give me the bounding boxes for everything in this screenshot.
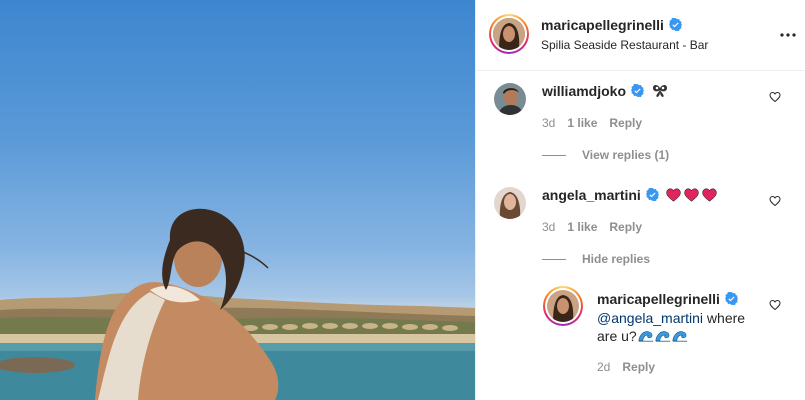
avatar <box>547 290 579 322</box>
like-heart-icon[interactable] <box>769 91 781 103</box>
author-username-text[interactable]: maricapellegrinelli <box>541 17 664 33</box>
verified-badge-icon <box>724 292 738 305</box>
like-heart-icon[interactable] <box>769 299 781 311</box>
avatar[interactable] <box>494 83 526 115</box>
butterfly-icon <box>652 85 667 97</box>
reply-username-text[interactable]: maricapellegrinelli <box>597 291 720 307</box>
hide-replies-toggle[interactable]: Hide replies <box>542 252 650 266</box>
comment-likes[interactable]: 1 like <box>567 220 597 234</box>
reply-text-part: are u? <box>597 328 637 344</box>
heart-emoji <box>702 188 717 202</box>
replies-toggle-label[interactable]: Hide replies <box>582 252 650 266</box>
heart-emoji <box>684 188 699 202</box>
beach-scene-image <box>0 208 475 400</box>
reply-age[interactable]: 2d <box>597 360 610 374</box>
comment-meta: 3d 1 like Reply <box>542 220 654 234</box>
comment-age[interactable]: 3d <box>542 116 555 130</box>
verified-badge-icon <box>668 18 682 31</box>
comment-age[interactable]: 3d <box>542 220 555 234</box>
author-username[interactable]: maricapellegrinelli <box>541 17 682 33</box>
avatar <box>493 18 525 50</box>
divider <box>542 155 566 157</box>
comment-username[interactable]: williamdjoko <box>542 83 668 99</box>
reply-text: @angela_martini where are u? <box>597 309 757 345</box>
reply-button[interactable]: Reply <box>609 220 642 234</box>
comment-username[interactable]: angela_martini <box>542 187 717 203</box>
like-heart-icon[interactable] <box>769 195 781 207</box>
divider <box>542 259 566 261</box>
author-avatar-ring[interactable] <box>489 14 529 54</box>
post-header: maricapellegrinelli Spilia Seaside Resta… <box>476 0 805 71</box>
reply-meta: 2d Reply <box>597 360 667 374</box>
verified-badge-icon <box>645 188 659 201</box>
comment-meta: 3d 1 like Reply <box>542 116 654 130</box>
wave-emoji <box>655 331 670 342</box>
verified-badge-icon <box>631 84 645 97</box>
more-options-icon[interactable] <box>778 25 798 45</box>
comment-likes[interactable]: 1 like <box>567 116 597 130</box>
reply-text-part: where <box>703 310 746 326</box>
heart-emoji <box>666 188 681 202</box>
avatar[interactable] <box>494 187 526 219</box>
comment-username-text[interactable]: angela_martini <box>542 187 641 203</box>
wave-emoji <box>672 331 687 342</box>
reply-button[interactable]: Reply <box>609 116 642 130</box>
reply-avatar-ring[interactable] <box>543 286 583 326</box>
reply-username[interactable]: maricapellegrinelli <box>597 291 738 307</box>
location-link[interactable]: Spilia Seaside Restaurant - Bar <box>541 38 708 52</box>
post-photo[interactable] <box>0 0 475 400</box>
comments-panel: maricapellegrinelli Spilia Seaside Resta… <box>475 0 805 400</box>
wave-emoji <box>638 331 653 342</box>
mention-link[interactable]: @angela_martini <box>597 310 703 326</box>
reply-button[interactable]: Reply <box>622 360 655 374</box>
view-replies-toggle[interactable]: View replies (1) <box>542 148 669 162</box>
comment-username-text[interactable]: williamdjoko <box>542 83 626 99</box>
replies-toggle-label[interactable]: View replies (1) <box>582 148 669 162</box>
